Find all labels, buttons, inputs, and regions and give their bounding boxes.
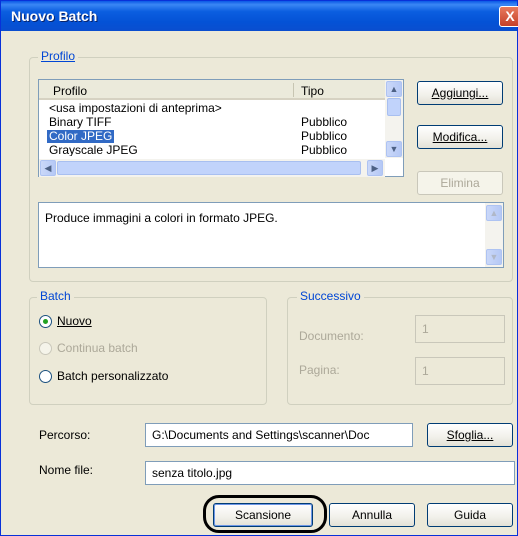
- cancel-button[interactable]: Annulla: [329, 503, 415, 527]
- page-field[interactable]: 1: [415, 357, 505, 385]
- scroll-left-icon[interactable]: ◀: [40, 160, 56, 176]
- desc-scroll-down-icon[interactable]: ▼: [486, 249, 502, 265]
- add-profile-button[interactable]: Aggiungi...: [417, 81, 503, 105]
- profile-list[interactable]: Profilo Tipo <usa impostazioni di antepr…: [38, 79, 404, 177]
- filename-label: Nome file:: [39, 463, 94, 477]
- column-divider: [293, 83, 294, 97]
- browse-button[interactable]: Sfoglia...: [427, 423, 513, 447]
- browse-label: Sfoglia...: [446, 428, 494, 442]
- profile-list-rows: <usa impostazioni di anteprima> Binary T…: [45, 102, 385, 158]
- scroll-right-icon[interactable]: ▶: [367, 160, 383, 176]
- profile-type: Pubblico: [301, 129, 348, 143]
- radio-custom-label[interactable]: Batch personalizzato: [57, 369, 168, 383]
- profile-type: Pubblico: [301, 144, 348, 156]
- radio-continue[interactable]: [39, 342, 52, 355]
- list-item[interactable]: Binary TIFF Pubblico: [45, 116, 385, 129]
- profile-description: Produce immagini a colori in formato JPE…: [38, 202, 504, 268]
- profile-list-header: Profilo Tipo: [39, 80, 385, 100]
- scroll-thumb-h[interactable]: [57, 161, 361, 175]
- list-item[interactable]: Grayscale JPEG Pubblico: [45, 144, 385, 156]
- profilo-group-label: Profilo: [38, 49, 79, 63]
- filename-field[interactable]: senza titolo.jpg: [145, 461, 515, 485]
- batch-group-label: Batch: [37, 289, 74, 303]
- list-item[interactable]: <usa impostazioni di anteprima>: [45, 102, 385, 115]
- document-label: Documento:: [299, 329, 364, 343]
- close-icon: X: [505, 8, 515, 24]
- path-field[interactable]: G:\Documents and Settings\scanner\Doc: [145, 423, 413, 447]
- desc-scroll-up-icon[interactable]: ▲: [486, 205, 502, 221]
- cancel-label: Annulla: [351, 508, 393, 522]
- description-scrollbar[interactable]: ▲ ▼: [485, 203, 503, 267]
- radio-custom[interactable]: [39, 370, 52, 383]
- next-group: [287, 297, 513, 405]
- path-value: G:\Documents and Settings\scanner\Doc: [152, 428, 370, 442]
- close-button[interactable]: X: [499, 6, 518, 27]
- profile-description-text: Produce immagini a colori in formato JPE…: [45, 211, 278, 225]
- scroll-up-icon[interactable]: ▲: [386, 81, 402, 97]
- document-value: 1: [422, 322, 429, 336]
- add-profile-label: Aggiungi...: [431, 86, 489, 100]
- edit-profile-button[interactable]: Modifica...: [417, 125, 503, 149]
- delete-profile-button[interactable]: Elimina: [417, 171, 503, 195]
- column-header-profilo[interactable]: Profilo: [53, 84, 87, 98]
- edit-profile-label: Modifica...: [432, 130, 488, 144]
- help-label: Guida: [453, 508, 487, 522]
- delete-profile-label: Elimina: [440, 176, 480, 190]
- title-bar[interactable]: Nuovo Batch X: [1, 1, 518, 31]
- profile-name: Grayscale JPEG: [49, 144, 138, 156]
- profile-type: Pubblico: [301, 115, 348, 129]
- radio-selected-dot: [43, 319, 48, 324]
- horizontal-scrollbar[interactable]: ◀ ▶: [39, 159, 385, 177]
- filename-value: senza titolo.jpg: [152, 466, 233, 480]
- vertical-scrollbar[interactable]: ▲ ▼: [385, 80, 403, 158]
- path-label: Percorso:: [39, 428, 91, 442]
- radio-continue-label[interactable]: Continua batch: [57, 341, 138, 355]
- next-group-label: Successivo: [297, 289, 364, 303]
- new-batch-dialog: Nuovo Batch X Profilo Profilo Tipo <usa …: [0, 0, 518, 536]
- scan-label: Scansione: [234, 508, 292, 522]
- help-button[interactable]: Guida: [427, 503, 513, 527]
- scroll-thumb[interactable]: [387, 98, 401, 116]
- profile-name: Binary TIFF: [49, 115, 112, 129]
- document-field[interactable]: 1: [415, 315, 505, 343]
- profile-name: <usa impostazioni di anteprima>: [49, 101, 222, 115]
- page-label: Pagina:: [299, 363, 340, 377]
- column-header-tipo[interactable]: Tipo: [301, 84, 324, 98]
- profile-name: Color JPEG: [45, 129, 116, 144]
- radio-new[interactable]: [39, 315, 52, 328]
- radio-new-label[interactable]: Nuovo: [57, 314, 92, 328]
- window-title: Nuovo Batch: [11, 8, 98, 24]
- list-item-selected[interactable]: Color JPEG Pubblico: [45, 129, 385, 144]
- scroll-down-icon[interactable]: ▼: [386, 141, 402, 157]
- page-value: 1: [422, 364, 429, 378]
- scan-button[interactable]: Scansione: [213, 503, 313, 527]
